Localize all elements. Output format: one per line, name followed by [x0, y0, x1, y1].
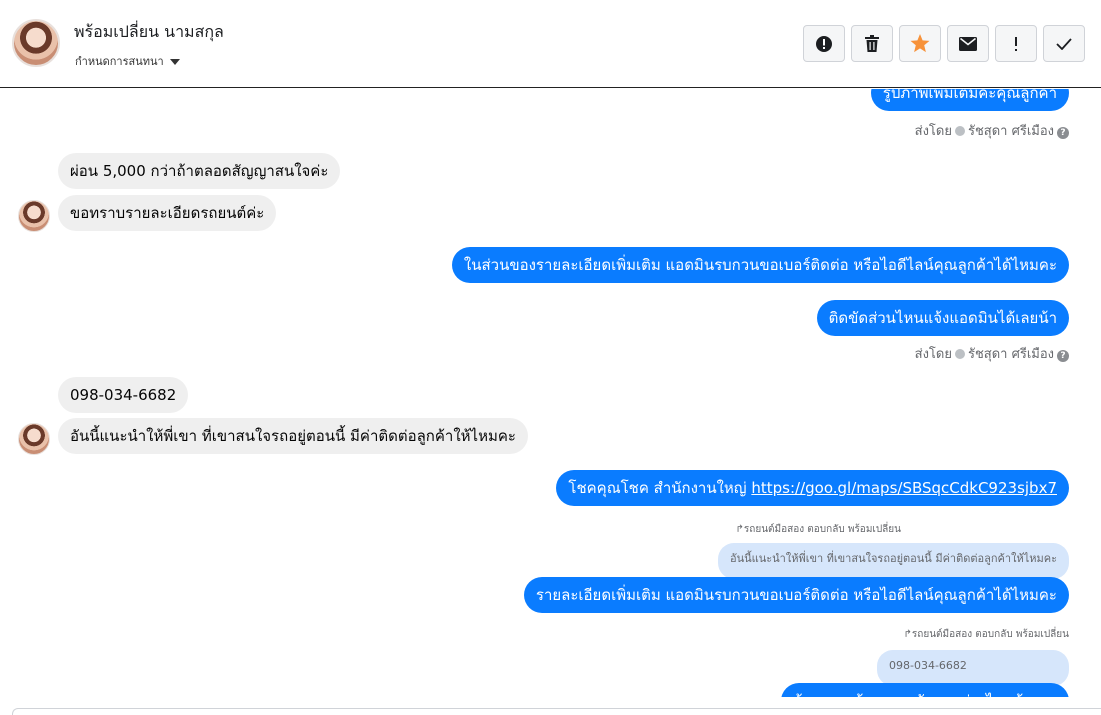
mail-button[interactable] [947, 25, 989, 62]
header-actions [803, 25, 1085, 62]
message-thread[interactable]: รูปภาพเพิ่มเติมค่ะคุณลูกค้า ส่งโดยรัชสุด… [0, 89, 1101, 697]
reply-label: ↱รถยนต์มือสอง ตอบกลับ พร้อมเปลี่ยน [736, 522, 901, 537]
star-icon [910, 34, 930, 53]
message-text: โชคคุณโชค สำนักงานใหญ่ [568, 479, 747, 497]
help-icon[interactable]: ? [1057, 350, 1069, 362]
quoted-message[interactable]: อันนี้แนะนำให้พี่เขา ที่เขาสนใจรถอยู่ตอน… [717, 543, 1069, 579]
agent-name: รัชสุดา ศรีเมือง [967, 347, 1054, 362]
mark-important-button[interactable] [995, 25, 1037, 62]
alert-circle-icon [816, 35, 832, 52]
reply-label: ↱รถยนต์มือสอง ตอบกลับ พร้อมเปลี่ยน [904, 627, 1069, 642]
incoming-message[interactable]: อันนี้แนะนำให้พี่เขา ที่เขาสนใจรถอยู่ตอน… [58, 418, 528, 454]
map-link[interactable]: https://goo.gl/maps/SBSqcCdkC923sjbx7 [751, 479, 1057, 497]
reply-label-text: รถยนต์มือสอง ตอบกลับ พร้อมเปลี่ยน [743, 524, 901, 535]
contact-avatar-small [18, 200, 50, 232]
delete-button[interactable] [851, 25, 893, 62]
agent-status-icon [954, 349, 965, 359]
alert-button[interactable] [803, 25, 845, 62]
incoming-message[interactable]: ขอทราบรายละเอียดรถยนต์ค่ะ [58, 195, 277, 231]
sent-by-prefix: ส่งโดย [914, 347, 952, 362]
outgoing-message[interactable]: ติดขัดส่วนไหนแจ้งแอดมินได้เลยน้า [816, 300, 1069, 336]
contact-avatar-small [18, 423, 50, 455]
star-button[interactable] [899, 25, 941, 62]
conversation-schedule-dropdown[interactable]: กำหนดการสนทนา [75, 52, 180, 70]
reply-arrow-icon: ↱ [735, 524, 744, 535]
sent-by-prefix: ส่งโดย [914, 124, 952, 139]
trash-icon [865, 34, 879, 52]
sent-by-info: ส่งโดย รัชสุดา ศรีเมือง? [915, 120, 1069, 141]
schedule-label: กำหนดการสนทนา [75, 55, 164, 68]
sent-by-info: ส่งโดย รัชสุดา ศรีเมือง? [915, 343, 1069, 364]
reply-arrow-icon: ↱ [903, 629, 912, 640]
contact-avatar[interactable] [12, 19, 60, 67]
reply-label-text: รถยนต์มือสอง ตอบกลับ พร้อมเปลี่ยน [911, 629, 1069, 640]
exclamation-icon [1015, 36, 1017, 51]
incoming-message[interactable]: ผ่อน 5,000 กว่าถ้าตลอดสัญญาสนใจค่ะ [58, 153, 341, 189]
incoming-message[interactable]: 098-034-6682 [58, 377, 189, 413]
conversation-header: พร้อมเปลี่ยน นามสกุล กำหนดการสนทนา [0, 0, 1101, 88]
outgoing-message[interactable]: รายละเอียดเพิ่มเติม แอดมินรบกวนขอเบอร์ติ… [523, 577, 1069, 613]
mail-icon [959, 36, 977, 51]
contact-name[interactable]: พร้อมเปลี่ยน นามสกุล [74, 20, 224, 45]
caret-down-icon [169, 59, 180, 65]
quoted-message[interactable]: 098-034-6682 [877, 650, 1069, 686]
outgoing-message[interactable]: โชคคุณโชค สำนักงานใหญ่ https://goo.gl/ma… [556, 470, 1069, 506]
help-icon[interactable]: ? [1057, 127, 1069, 139]
outgoing-message[interactable]: ในส่วนของรายละเอียดเพิ่มเติม แอดมินรบกวน… [451, 247, 1069, 283]
outgoing-message[interactable]: ถ้าคุณลูกค้าสะดวกรับสายช่วงไหนบ้างคะ [781, 683, 1069, 697]
mark-done-button[interactable] [1043, 25, 1085, 62]
check-icon [1056, 37, 1072, 50]
agent-name: รัชสุดา ศรีเมือง [967, 124, 1054, 139]
agent-status-icon [954, 126, 965, 136]
outgoing-message[interactable]: รูปภาพเพิ่มเติมค่ะคุณลูกค้า [870, 89, 1069, 111]
